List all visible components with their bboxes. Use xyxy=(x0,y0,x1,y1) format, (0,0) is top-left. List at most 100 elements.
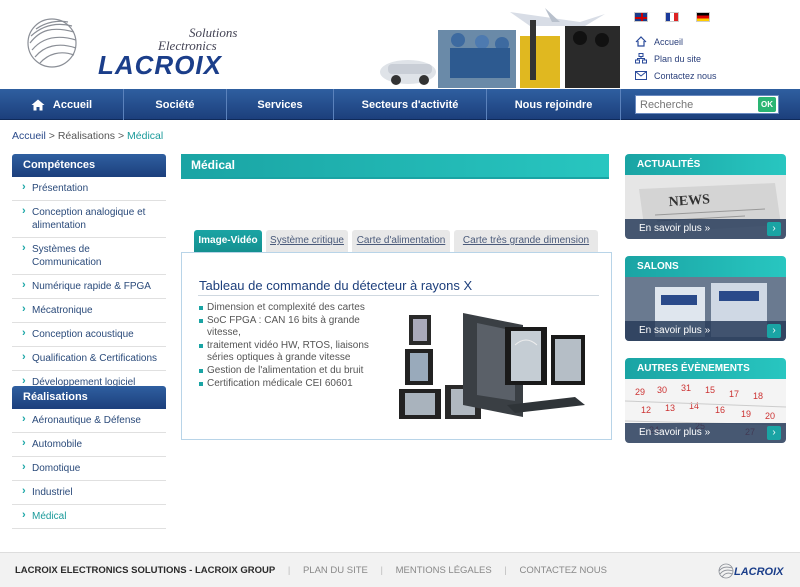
footer-links: LACROIX ELECTRONICS SOLUTIONS - LACROIX … xyxy=(15,565,617,576)
home-icon xyxy=(31,99,45,110)
tab-carte-grande-dimension[interactable]: Carte très grande dimension xyxy=(454,230,598,252)
nav-item-secteurs[interactable]: Secteurs d'activité xyxy=(334,89,487,120)
sidebar-item-medical[interactable]: Médical xyxy=(12,505,166,529)
svg-text:15: 15 xyxy=(705,385,715,395)
news-more-link[interactable]: En savoir plus » › xyxy=(625,219,786,239)
utility-links: Accueil Plan du site Contactez nous xyxy=(634,33,717,84)
svg-text:31: 31 xyxy=(681,383,691,393)
logo-swirl-icon xyxy=(27,18,77,68)
footer-link-mentions-legales[interactable]: MENTIONS LÉGALES xyxy=(396,565,492,576)
sidebar-competences-list: Présentation Conception analogique et al… xyxy=(12,177,166,395)
svg-text:29: 29 xyxy=(635,387,645,397)
sidebar-item-presentation[interactable]: Présentation xyxy=(12,177,166,201)
nav-item-label: Services xyxy=(257,98,303,111)
nav-item-label: Accueil xyxy=(52,98,93,111)
svg-text:18: 18 xyxy=(753,391,763,401)
footer-link-contactez-nous[interactable]: CONTACTEZ NOUS xyxy=(519,565,606,576)
search-box: OK xyxy=(635,95,779,114)
page-title: Médical xyxy=(181,154,609,177)
news-image: NEWS En savoir plus » › xyxy=(625,175,786,239)
sidebar-item-numerique-fpga[interactable]: Numérique rapide & FPGA xyxy=(12,275,166,299)
tab-systeme-critique[interactable]: Système critique xyxy=(266,230,348,252)
sidebar-item-automobile[interactable]: Automobile xyxy=(12,433,166,457)
list-item: Dimension et complexité des cartes xyxy=(199,302,379,314)
nav-item-label: Nous rejoindre xyxy=(514,98,593,111)
svg-text:19: 19 xyxy=(741,409,751,419)
tab-carte-alimentation[interactable]: Carte d'alimentation xyxy=(352,230,450,252)
breadcrumb-item-realisations[interactable]: Réalisations xyxy=(58,130,115,142)
news-box: ACTUALITÉS NEWS En savoir plus » › xyxy=(625,154,786,239)
news-more-label: En savoir plus » xyxy=(639,223,711,234)
news-box-title: ACTUALITÉS xyxy=(625,154,786,175)
sidebar-competences: Compétences Présentation Conception anal… xyxy=(12,154,166,395)
nav-item-societe[interactable]: Société xyxy=(124,89,227,120)
uk-flag-icon[interactable] xyxy=(634,12,648,23)
mail-icon xyxy=(634,70,648,82)
sidebar-item-qualification[interactable]: Qualification & Certifications xyxy=(12,347,166,371)
sidebar-item-conception-acoustique[interactable]: Conception acoustique xyxy=(12,323,166,347)
utility-link-accueil[interactable]: Accueil xyxy=(634,33,717,50)
footer-logo-text: LACROIX xyxy=(734,566,784,578)
footer-separator: | xyxy=(380,565,383,576)
footer-brand: LACROIX ELECTRONICS SOLUTIONS - LACROIX … xyxy=(15,565,276,576)
footer-separator: | xyxy=(504,565,507,576)
utility-link-contactez-nous[interactable]: Contactez nous xyxy=(634,67,717,84)
sidebar-item-aeronautique[interactable]: Aéronautique & Défense xyxy=(12,409,166,433)
logo-lacroix-text: LACROIX xyxy=(98,50,222,80)
sidebar-item-industriel[interactable]: Industriel xyxy=(12,481,166,505)
page-title-underline xyxy=(181,177,609,179)
sidebar-item-mecatronique[interactable]: Mécatronique xyxy=(12,299,166,323)
search-button[interactable]: OK xyxy=(758,97,776,112)
breadcrumb-current: Médical xyxy=(127,130,164,142)
nav-item-label: Secteurs d'activité xyxy=(361,98,459,111)
footer-logo[interactable]: LACROIX xyxy=(718,559,790,583)
utility-link-label: Accueil xyxy=(654,36,684,47)
utility-link-plan-du-site[interactable]: Plan du site xyxy=(634,50,717,67)
footer-separator: | xyxy=(287,565,291,576)
header-banner-image xyxy=(380,0,620,90)
panel-title: Tableau de commande du détecteur à rayon… xyxy=(199,278,473,293)
salons-more-label: En savoir plus » xyxy=(639,325,711,336)
svg-text:30: 30 xyxy=(657,385,667,395)
footer-link-plan-du-site[interactable]: PLAN DU SITE xyxy=(303,565,368,576)
salons-box: SALONS En savoir plus » › xyxy=(625,256,786,341)
nav-item-accueil[interactable]: Accueil xyxy=(0,89,124,120)
salons-image: En savoir plus » › xyxy=(625,277,786,341)
search-input[interactable] xyxy=(636,96,756,113)
salons-more-link[interactable]: En savoir plus » › xyxy=(625,321,786,341)
list-item: SoC FPGA : CAN 16 bits à grande vitesse, xyxy=(199,315,379,339)
utility-link-label: Plan du site xyxy=(654,53,702,64)
sidebar-item-systemes-communication[interactable]: Systèmes de Communication xyxy=(12,238,166,275)
home-icon xyxy=(634,36,648,48)
events-more-link[interactable]: En savoir plus » › xyxy=(625,423,786,443)
fr-flag-icon[interactable] xyxy=(665,12,680,23)
tab-panel: Tableau de commande du détecteur à rayon… xyxy=(181,252,612,440)
sitemap-icon xyxy=(634,53,648,65)
nav-item-nous-rejoindre[interactable]: Nous rejoindre xyxy=(487,89,621,120)
arrow-right-icon: › xyxy=(767,426,781,440)
panel-divider xyxy=(198,295,599,296)
svg-text:14: 14 xyxy=(689,401,699,411)
utility-link-label: Contactez nous xyxy=(654,70,717,81)
nav-item-services[interactable]: Services xyxy=(227,89,334,120)
de-flag-icon[interactable] xyxy=(696,12,711,23)
feature-list: Dimension et complexité des cartes SoC F… xyxy=(199,302,379,391)
list-item-continued: traitement vidéo HW, RTOS, liaisons séri… xyxy=(199,340,379,364)
header: Solutions Electronics LACROIX Accueil Pl… xyxy=(0,0,800,90)
sidebar-item-domotique[interactable]: Domotique xyxy=(12,457,166,481)
logo-swirl-icon xyxy=(718,563,734,579)
svg-text:16: 16 xyxy=(715,405,725,415)
svg-text:20: 20 xyxy=(765,411,775,421)
sidebar-item-conception-analogique[interactable]: Conception analogique et alimentation xyxy=(12,201,166,238)
sidebar-competences-title: Compétences xyxy=(12,154,166,177)
lacroix-logo[interactable]: Solutions Electronics LACROIX xyxy=(26,12,237,80)
arrow-right-icon: › xyxy=(767,324,781,338)
footer: LACROIX ELECTRONICS SOLUTIONS - LACROIX … xyxy=(0,552,800,587)
events-box: AUTRES ÉVÈNEMENTS 29 30 31 15 17 18 12 13 14 1… xyxy=(625,358,786,443)
breadcrumb-link-accueil[interactable]: Accueil xyxy=(12,130,46,142)
events-box-title: AUTRES ÉVÈNEMENTS xyxy=(625,358,786,379)
language-selector xyxy=(634,11,724,23)
sidebar-realisations: Réalisations Aéronautique & Défense Auto… xyxy=(12,386,166,529)
list-item: Gestion de l'alimentation et du bruit xyxy=(199,365,379,377)
tab-image-video[interactable]: Image-Vidéo xyxy=(194,230,262,252)
